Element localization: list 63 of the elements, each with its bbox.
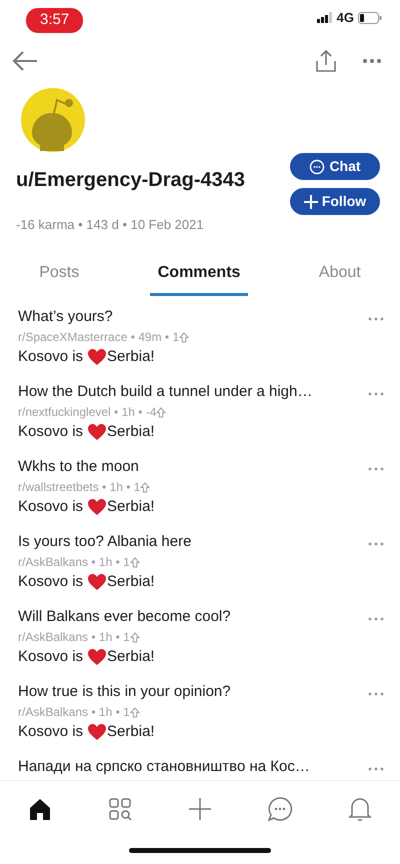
profile-stats: -16 karma • 143 d • 10 Feb 2021 xyxy=(16,216,205,234)
heart-icon xyxy=(87,573,108,592)
more-icon xyxy=(368,467,384,472)
upvote-icon xyxy=(156,406,166,418)
upvote-icon xyxy=(140,482,150,493)
more-icon xyxy=(368,317,384,322)
share-icon xyxy=(314,48,338,73)
comment-text: Serbia! xyxy=(107,497,155,518)
more-icon xyxy=(368,617,384,622)
heart-icon xyxy=(87,648,108,666)
comment-text: Kosovo is xyxy=(18,422,84,442)
heart-icon xyxy=(87,723,108,742)
comment-text: Serbia! xyxy=(107,572,155,592)
more-icon xyxy=(368,542,384,546)
comment-text: Kosovo is xyxy=(18,347,84,368)
comment-title[interactable]: What’s yours? xyxy=(18,306,368,328)
follow-button[interactable]: Follow xyxy=(290,188,380,216)
chat-icon xyxy=(267,796,293,822)
comment-meta: r/wallstreetbets • 1h • 1 xyxy=(18,479,140,496)
network-label: 4G xyxy=(336,9,354,27)
comment-title[interactable]: Напади на српско становништво на Кос… xyxy=(18,756,368,778)
comment-text: Serbia! xyxy=(107,722,155,742)
more-icon xyxy=(368,767,384,772)
comment-title[interactable]: How the Dutch build a tunnel under a high… xyxy=(18,380,368,404)
avatar-icon xyxy=(20,87,86,154)
upvote-icon xyxy=(130,706,140,718)
comment-title[interactable]: Will Balkans ever become cool? xyxy=(18,606,368,628)
comment-meta: r/AskBalkans • 1h • 1 xyxy=(18,554,130,572)
comment-text: Kosovo is xyxy=(18,647,84,668)
comment-meta: r/SpaceXMasterrace • 49m • 1 xyxy=(18,329,180,346)
signal-icon xyxy=(316,12,333,24)
more-icon xyxy=(362,58,382,64)
heart-icon xyxy=(87,498,108,516)
back-arrow-icon xyxy=(12,50,38,72)
heart-icon xyxy=(87,423,108,442)
comment-meta: r/nextfuckinglevel • 1h • -4 xyxy=(18,404,156,422)
comment-text: Kosovo is xyxy=(18,722,84,742)
comment-title[interactable]: Wkhs to the moon xyxy=(18,456,368,478)
comment-title[interactable]: How true is this in your opinion? xyxy=(18,680,368,704)
comment-meta: r/AskBalkans • 1h • 1 xyxy=(18,629,130,646)
status-time: 3:57 xyxy=(26,8,84,32)
discover-icon xyxy=(107,796,133,822)
comment-text: Kosovo is xyxy=(18,572,84,592)
username: u/Emergency-Drag-4343 xyxy=(16,168,245,194)
bell-icon xyxy=(347,796,373,822)
battery-icon xyxy=(358,12,382,24)
heart-icon xyxy=(87,348,108,366)
upvote-icon xyxy=(179,332,190,343)
plus-icon xyxy=(304,194,318,209)
chat-button[interactable]: Chat xyxy=(290,153,380,180)
comment-text: Serbia! xyxy=(107,647,155,668)
comment-title[interactable]: Is yours too? Albania here xyxy=(18,530,368,554)
comment-text: Serbia! xyxy=(107,422,155,442)
comment-text: Serbia! xyxy=(107,347,155,368)
chat-bubble-icon xyxy=(309,158,326,175)
profile-tab[interactable]: Comments xyxy=(150,254,248,296)
plus-icon xyxy=(187,796,213,822)
comment-text: Kosovo is xyxy=(18,497,84,518)
more-icon xyxy=(368,392,384,396)
upvote-icon xyxy=(130,556,140,568)
comment-meta: r/AskBalkans • 1h • 1 xyxy=(18,704,130,722)
more-icon xyxy=(368,692,384,696)
upvote-icon xyxy=(130,632,140,643)
